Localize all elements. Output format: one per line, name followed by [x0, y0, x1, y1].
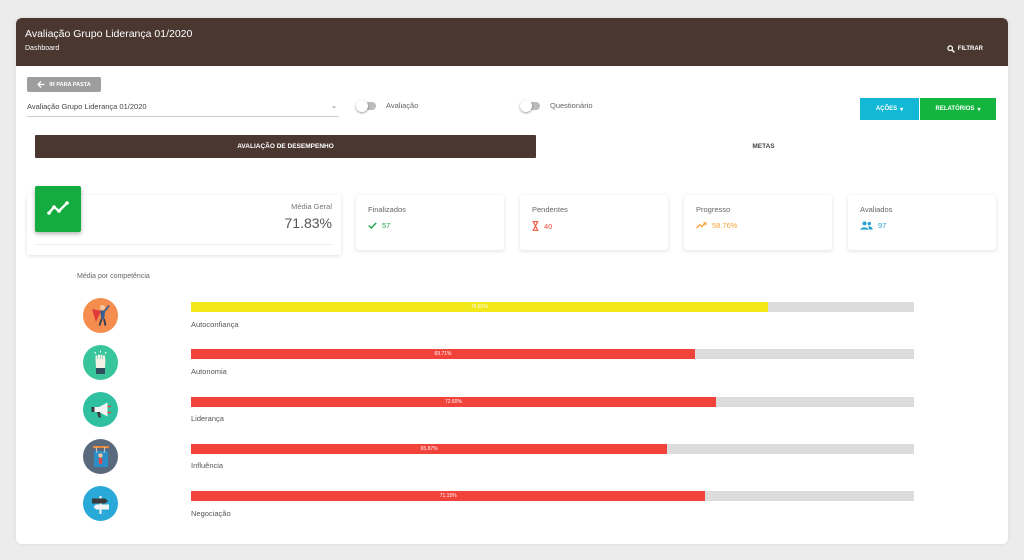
stat-label: Avaliados	[860, 205, 893, 214]
actions-label: AÇÕES	[875, 106, 898, 112]
puppet-icon	[83, 439, 118, 474]
stat-card-pending: Pendentes 40	[520, 195, 668, 250]
stat-value: 57	[382, 221, 391, 230]
trending-up-icon	[696, 222, 707, 229]
stat-value: 97	[878, 221, 887, 230]
evaluation-select[interactable]: Avaliação Grupo Liderança 01/2020 ⌄	[27, 99, 339, 117]
competency-bar-value: 69.71%	[434, 351, 452, 357]
toggle-questionario[interactable]: Questionário	[520, 99, 593, 112]
competency-name: Influência	[191, 461, 224, 470]
search-icon	[947, 45, 955, 53]
check-icon	[368, 222, 377, 229]
back-to-folder-button[interactable]: IR PARA PASTA	[27, 77, 101, 92]
competency-name: Negociação	[191, 509, 231, 518]
competency-section-title: Média por competência	[77, 273, 150, 280]
stat-value: 40	[544, 221, 553, 231]
competency-bar-track: 71.15%	[191, 491, 914, 501]
competency-name: Autoconfiança	[191, 320, 239, 329]
arrow-left-icon	[37, 81, 45, 88]
competency-name: Autonomia	[191, 367, 227, 376]
trending-chart-icon	[35, 186, 81, 232]
stat-card-progress: Progresso 58.76%	[684, 195, 832, 250]
breadcrumb[interactable]: Dashboard	[25, 45, 59, 52]
hourglass-icon	[532, 221, 539, 231]
reports-dropdown-button[interactable]: RELATÓRIOS ▾	[920, 98, 996, 120]
overall-average-value: 71.83%	[284, 215, 332, 231]
toggle-questionario-label: Questionário	[550, 101, 593, 110]
stat-value: 58.76%	[712, 221, 738, 230]
stat-label: Finalizados	[368, 205, 406, 214]
megaphone-icon	[83, 392, 118, 427]
people-icon	[860, 221, 873, 230]
filter-label: FILTRAR	[957, 46, 983, 52]
app-window: Avaliação Grupo Liderança 01/2020 Dashbo…	[16, 18, 1008, 544]
competency-bar-track: 69.71%	[191, 349, 914, 359]
raised-fist-icon	[83, 345, 118, 380]
competency-bar-track: 65.87%	[191, 444, 914, 454]
competency-name: Liderança	[191, 414, 224, 423]
filter-button[interactable]: FILTRAR	[947, 45, 983, 53]
toggle-avaliacao[interactable]: Avaliação	[356, 99, 419, 112]
stat-card-evaluated: Avaliados 97	[848, 195, 996, 250]
overall-average-label: Média Geral	[291, 202, 332, 211]
competency-bar-track: 72.60%	[191, 397, 914, 407]
divider	[36, 244, 332, 245]
tab-performance-evaluation[interactable]: AVALIAÇÃO DE DESEMPENHO	[35, 135, 536, 158]
back-label: IR PARA PASTA	[49, 81, 91, 88]
stat-label: Pendentes	[532, 205, 568, 214]
page-title: Avaliação Grupo Liderança 01/2020	[25, 28, 193, 40]
top-bar: Avaliação Grupo Liderança 01/2020 Dashbo…	[16, 18, 1008, 66]
toggle-avaliacao-label: Avaliação	[386, 101, 419, 110]
reports-label: RELATÓRIOS	[935, 106, 975, 112]
competency-bar-value: 79.81%	[471, 304, 488, 310]
tab-goals[interactable]: METAS	[541, 135, 986, 158]
competency-bar-track: 79.81%	[191, 302, 914, 312]
toggle-switch[interactable]	[520, 99, 540, 112]
select-value: Avaliação Grupo Liderança 01/2020	[27, 102, 147, 111]
signpost-icon	[83, 486, 118, 521]
competency-bar-value: 71.15%	[439, 493, 457, 499]
toggle-switch[interactable]	[356, 99, 376, 112]
hero-icon	[83, 298, 118, 333]
competency-bar-value: 72.60%	[444, 399, 462, 405]
competency-bar-value: 65.87%	[420, 446, 438, 452]
actions-dropdown-button[interactable]: AÇÕES ▾	[860, 98, 919, 120]
stat-label: Progresso	[696, 205, 731, 214]
chevron-down-icon: ⌄	[331, 103, 337, 110]
caret-down-icon: ▾	[900, 106, 904, 113]
caret-down-icon: ▾	[977, 106, 981, 113]
stat-card-finished: Finalizados 57	[356, 195, 504, 250]
